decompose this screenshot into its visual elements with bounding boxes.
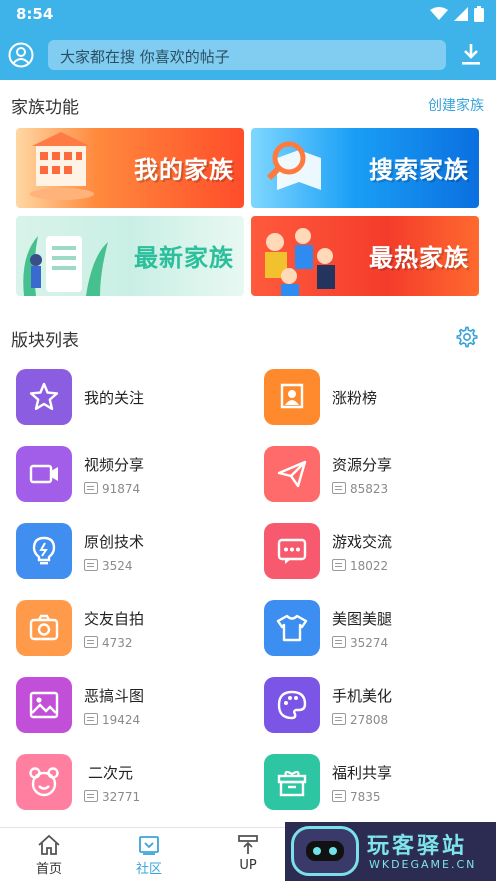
upload-icon <box>238 835 258 854</box>
nav-home-label: 首页 <box>35 862 62 877</box>
banner-search-family[interactable]: 搜索家族 <box>251 128 479 208</box>
home-icon <box>38 834 60 855</box>
board-fans-ranking[interactable]: 涨粉榜 <box>264 369 494 429</box>
comment-icon <box>84 790 98 802</box>
status-time: 8:54 <box>16 5 54 23</box>
board-beauty-pics[interactable]: 美图美腿 35274 <box>264 600 494 660</box>
banner-search-family-text: 搜索家族 <box>369 156 469 184</box>
banner-my-family[interactable]: 我的家族 <box>16 128 244 208</box>
family-section-title: 家族功能 <box>11 98 79 118</box>
board-post-count: 32771 <box>84 790 140 804</box>
board-name: 我的关注 <box>84 389 145 407</box>
board-name: 涨粉榜 <box>332 389 378 407</box>
ranking-icon <box>264 369 320 425</box>
chat-icon <box>264 523 320 579</box>
nav-home[interactable]: 首页 <box>19 834 79 877</box>
board-resource-share[interactable]: 资源分享 85823 <box>264 446 494 506</box>
banner-my-family-text: 我的家族 <box>134 156 234 184</box>
gift-icon <box>264 754 320 810</box>
plant-illustration-icon <box>23 236 108 296</box>
signal-icon <box>454 7 468 21</box>
user-avatar-icon[interactable] <box>8 42 34 68</box>
board-post-count: 85823 <box>332 482 388 496</box>
nav-up[interactable]: UP <box>218 834 278 873</box>
people-illustration-icon <box>265 228 335 296</box>
status-bar: 8:54 <box>0 0 496 28</box>
board-post-count: 27808 <box>332 713 388 727</box>
comment-icon <box>84 713 98 725</box>
board-funny-pics[interactable]: 恶搞斗图 19424 <box>16 677 246 737</box>
comment-icon <box>332 790 346 802</box>
board-name: 美图美腿 <box>332 610 393 628</box>
video-icon <box>16 446 72 502</box>
search-placeholder: 大家都在搜 你喜欢的帖子 <box>60 48 230 66</box>
board-game-chat[interactable]: 游戏交流 18022 <box>264 523 494 583</box>
board-my-follow[interactable]: 我的关注 <box>16 369 246 429</box>
board-name: 交友自拍 <box>84 610 145 628</box>
camera-icon <box>16 600 72 656</box>
board-post-count: 7835 <box>332 790 381 804</box>
banner-new-family-text: 最新家族 <box>134 244 234 272</box>
battery-icon <box>474 6 484 22</box>
banner-new-family[interactable]: 最新家族 <box>16 216 244 296</box>
image-icon <box>16 677 72 733</box>
board-video-share[interactable]: 视频分享 91874 <box>16 446 246 506</box>
comment-icon <box>332 713 346 725</box>
magnifier-book-icon <box>266 141 321 190</box>
board-phone-theme[interactable]: 手机美化 27808 <box>264 677 494 737</box>
lightbulb-icon <box>16 523 72 579</box>
palette-icon <box>264 677 320 733</box>
board-name: 恶搞斗图 <box>84 687 145 705</box>
board-selfie[interactable]: 交友自拍 4732 <box>16 600 246 660</box>
paper-plane-icon <box>264 446 320 502</box>
watermark-subtitle: WKDEGAME.CN <box>369 858 477 871</box>
wifi-icon <box>430 7 448 20</box>
watermark-title: 玩客驿站 <box>367 834 468 859</box>
board-name: 资源分享 <box>332 456 393 474</box>
board-post-count: 4732 <box>84 636 133 650</box>
board-name: 原创技术 <box>84 533 145 551</box>
community-icon <box>139 836 159 855</box>
board-name: 游戏交流 <box>332 533 393 551</box>
comment-icon <box>332 636 346 648</box>
download-icon[interactable] <box>460 42 482 66</box>
comment-icon <box>332 559 346 571</box>
boards-section-title: 版块列表 <box>11 331 79 351</box>
banner-hot-family[interactable]: 最热家族 <box>251 216 479 296</box>
board-post-count: 35274 <box>332 636 388 650</box>
status-icons <box>430 6 484 22</box>
board-name: 视频分享 <box>84 456 145 474</box>
create-family-link[interactable]: 创建家族 <box>428 95 484 115</box>
comment-icon <box>84 482 98 494</box>
comment-icon <box>332 482 346 494</box>
search-input[interactable]: 大家都在搜 你喜欢的帖子 <box>48 40 446 70</box>
board-name: 手机美化 <box>332 687 393 705</box>
star-icon <box>16 369 72 425</box>
banner-hot-family-text: 最热家族 <box>369 244 469 272</box>
watermark-logo: 玩客驿站 WKDEGAME.CN <box>285 822 496 881</box>
building-illustration-icon <box>30 132 94 200</box>
board-post-count: 18022 <box>332 559 388 573</box>
bear-icon <box>16 754 72 810</box>
board-name: 福利共享 <box>332 764 393 782</box>
board-post-count: 19424 <box>84 713 140 727</box>
board-name: 二次元 <box>88 764 134 782</box>
board-anime[interactable]: 二次元 32771 <box>16 754 246 814</box>
board-welfare-share[interactable]: 福利共享 7835 <box>264 754 494 814</box>
board-original-tech[interactable]: 原创技术 3524 <box>16 523 246 583</box>
nav-community-label: 社区 <box>135 862 162 877</box>
nav-community[interactable]: 社区 <box>119 834 179 877</box>
top-bar: 大家都在搜 你喜欢的帖子 <box>0 28 496 80</box>
board-post-count: 91874 <box>84 482 140 496</box>
shirt-icon <box>264 600 320 656</box>
comment-icon <box>84 559 98 571</box>
comment-icon <box>84 636 98 648</box>
gear-icon[interactable] <box>456 326 478 348</box>
board-post-count: 3524 <box>84 559 133 573</box>
robot-logo-icon <box>291 826 359 876</box>
nav-up-label: UP <box>239 858 257 873</box>
